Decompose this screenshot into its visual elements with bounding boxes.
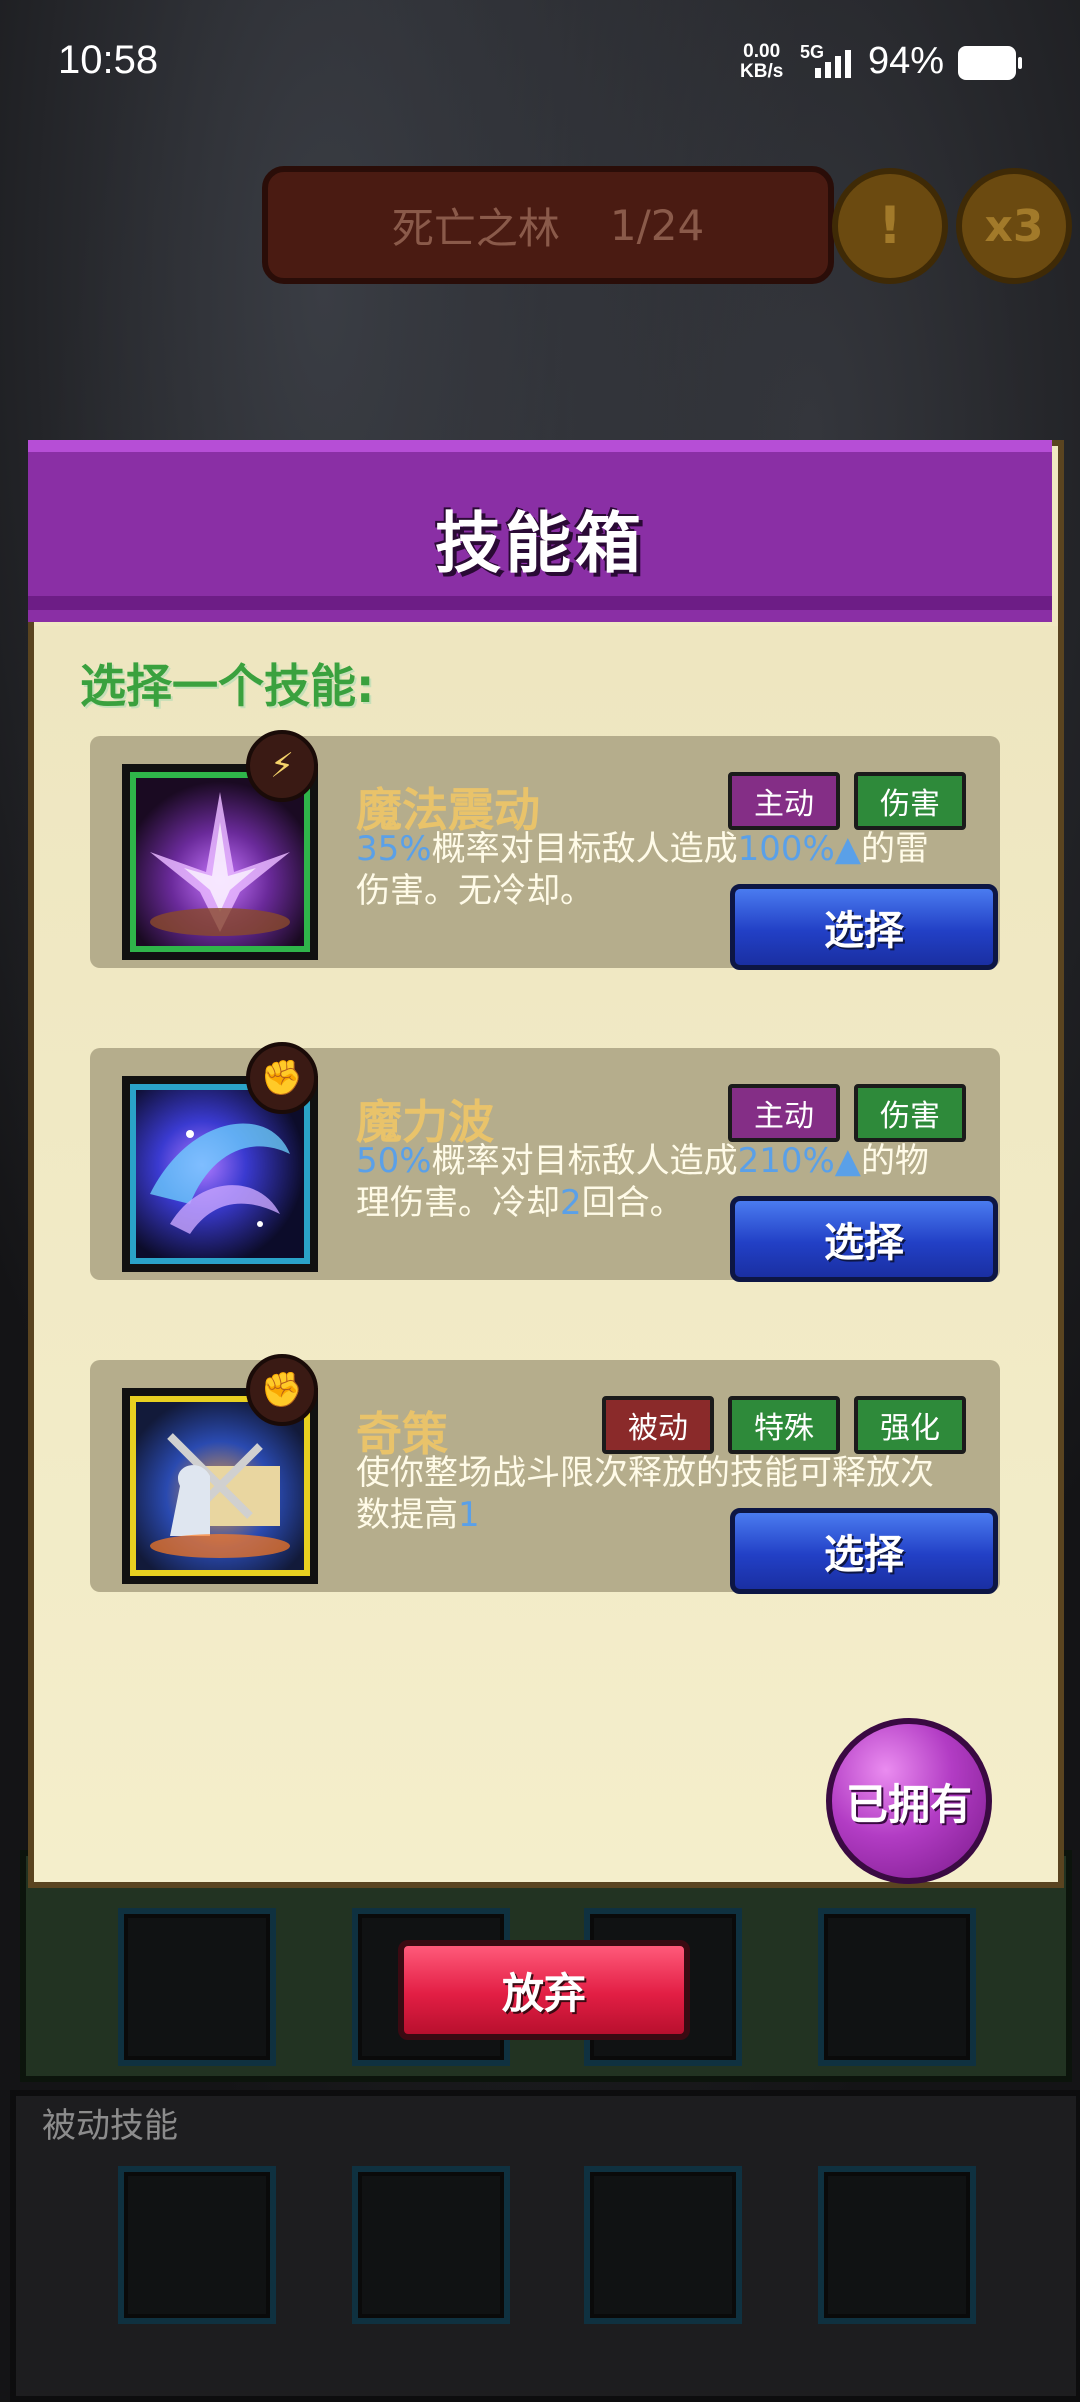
wizard-hat-icon: ▲ — [834, 1141, 861, 1181]
battery-percent: 94% — [868, 40, 945, 82]
give-up-button[interactable]: 放弃 — [398, 1940, 690, 2040]
active-skill-slot[interactable] — [118, 1908, 276, 2066]
passive-skill-slot[interactable] — [584, 2166, 742, 2324]
battery-icon — [958, 46, 1022, 80]
lightning-badge-icon: ⚡ — [246, 730, 318, 802]
fist-badge-icon: ✊ — [246, 1354, 318, 1426]
skill-tags: 主动 伤害 — [728, 772, 966, 830]
exclamation-icon: ! — [878, 196, 902, 256]
tag-special: 特殊 — [728, 1396, 840, 1454]
signal-icon — [815, 50, 851, 78]
select-button[interactable]: 选择 — [730, 1508, 998, 1594]
dialog-title: 技能箱 — [435, 505, 645, 582]
tag-damage: 伤害 — [854, 772, 966, 830]
stage-progress: 1/24 — [609, 200, 705, 250]
skill-card: ✊ 奇策 被动 特殊 强化 使你整场战斗限次释放的技能可释放次数提高1 选择 — [90, 1354, 1000, 1594]
passive-skill-slot[interactable] — [118, 2166, 276, 2324]
passive-skill-slot[interactable] — [352, 2166, 510, 2324]
status-bar: 10:58 0.00 KB/s 5G 94% — [0, 0, 1080, 120]
tag-active: 主动 — [728, 1084, 840, 1142]
clock: 10:58 — [58, 38, 159, 82]
speed-button[interactable]: x3 — [956, 168, 1072, 284]
stage-name: 死亡之林 — [391, 203, 560, 253]
speed-label: x3 — [984, 200, 1044, 252]
skill-tags: 被动 特殊 强化 — [602, 1396, 966, 1454]
skill-card: ✊ 魔力波 主动 伤害 50%概率对目标敌人造成210%▲的物理伤害。冷却2回合… — [90, 1042, 1000, 1282]
skill-card: ⚡ 魔法震动 主动 伤害 35%概率对目标敌人造成100%▲的雷伤害。无冷却。 … — [90, 730, 1000, 970]
active-skill-slot[interactable] — [818, 1908, 976, 2066]
stage-banner: 死亡之林 1/24 — [262, 166, 834, 284]
hint-button[interactable]: ! — [832, 168, 948, 284]
tag-damage: 伤害 — [854, 1084, 966, 1142]
passive-skills-label: 被动技能 — [42, 2106, 178, 2146]
tag-enhance: 强化 — [854, 1396, 966, 1454]
network-speed: 0.00 KB/s — [740, 41, 784, 82]
select-button[interactable]: 选择 — [730, 1196, 998, 1282]
tag-passive: 被动 — [602, 1396, 714, 1454]
owned-skills-button[interactable]: 已拥有 — [826, 1718, 992, 1884]
choose-prompt: 选择一个技能: — [80, 659, 375, 713]
passive-skill-slot[interactable] — [818, 2166, 976, 2324]
skill-tags: 主动 伤害 — [728, 1084, 966, 1142]
wizard-hat-icon: ▲ — [834, 829, 861, 869]
fist-badge-icon: ✊ — [246, 1042, 318, 1114]
tag-active: 主动 — [728, 772, 840, 830]
select-button[interactable]: 选择 — [730, 884, 998, 970]
